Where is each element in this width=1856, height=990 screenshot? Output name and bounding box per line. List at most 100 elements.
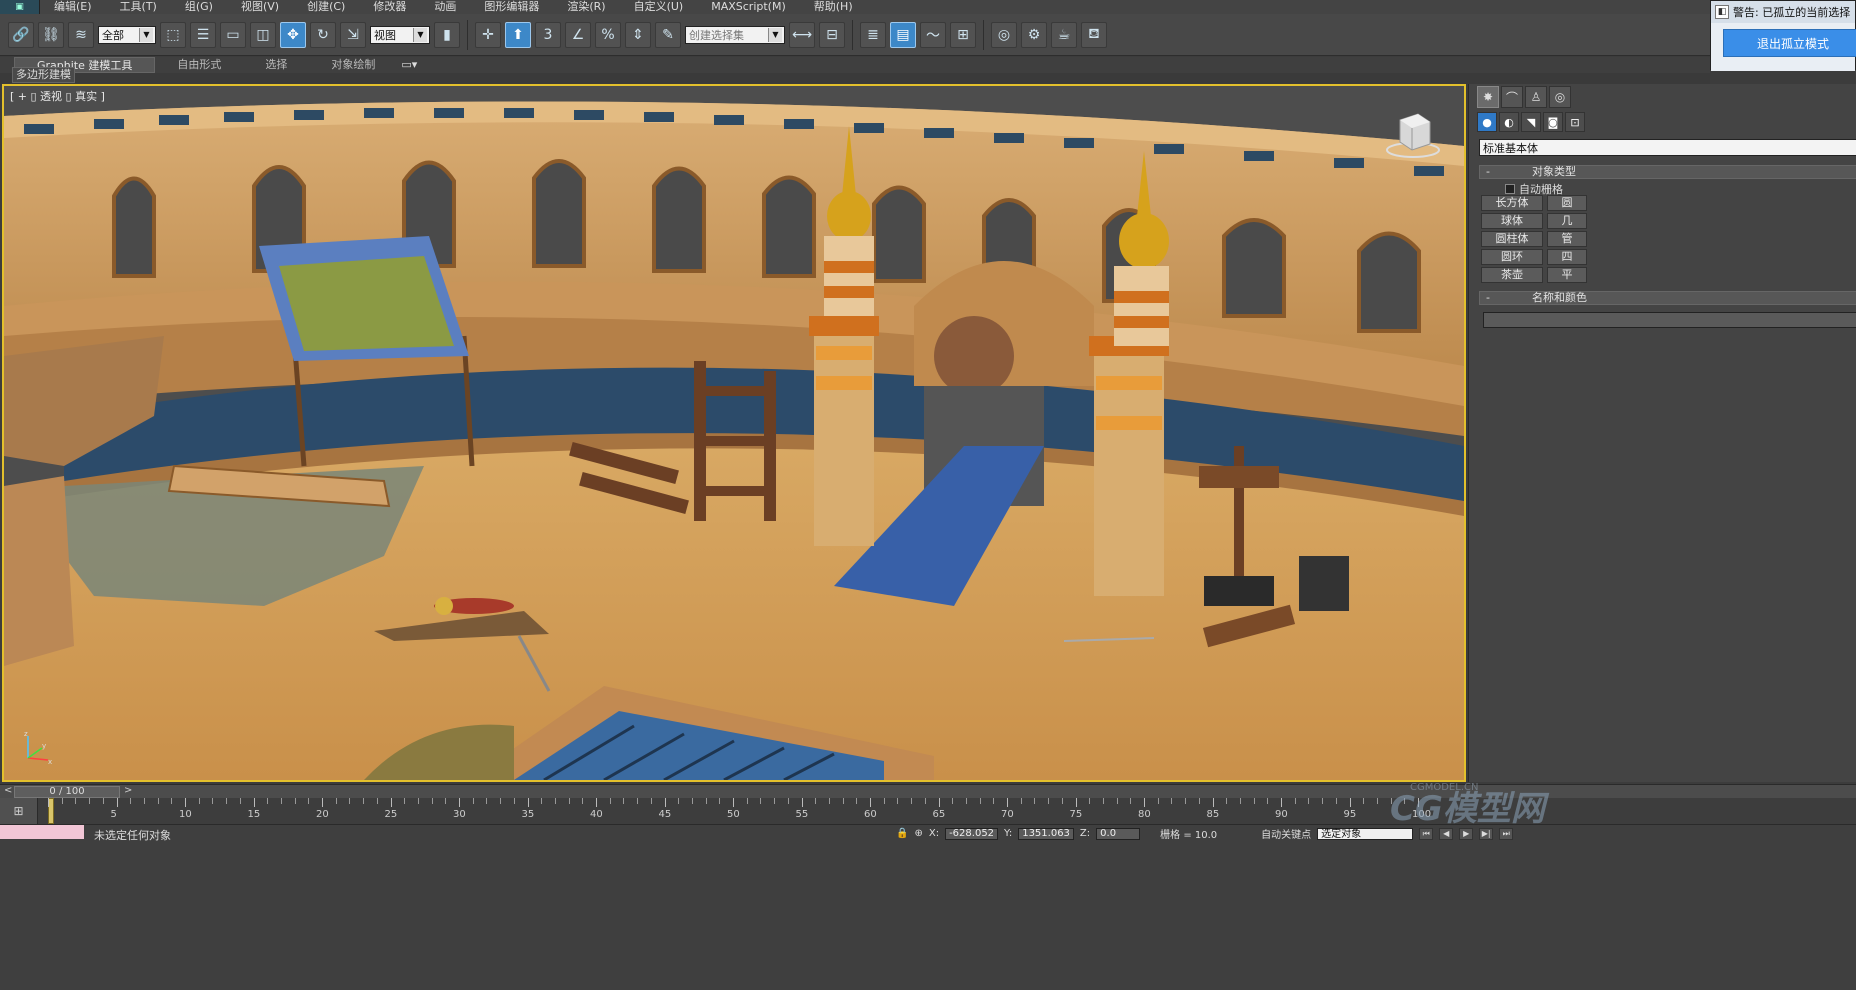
- svg-text:CG模型网: CG模型网: [1390, 789, 1550, 829]
- frame-tick: [500, 798, 502, 804]
- menu-create[interactable]: 创建(C): [293, 0, 359, 14]
- render-setup-icon[interactable]: ⚙: [1021, 21, 1047, 48]
- absolute-mode-icon[interactable]: ⊕: [914, 828, 922, 839]
- frame-tick: [513, 798, 515, 804]
- main-toolbar: 🔗 ⛓ ≋ 全部 ▼ ⬚ ☰ ▭ ◫ ✥ ↻ ⇲ 视图 ▼ ▮ ✛ ⬆ 3 ∠ % …: [0, 14, 1710, 56]
- select-object-icon[interactable]: ⬚: [160, 21, 186, 48]
- snap-toggle-icon[interactable]: 3: [535, 21, 561, 48]
- edit-named-selection-icon[interactable]: ✎: [655, 21, 681, 48]
- viewport-label[interactable]: [ + ▯ 透视 ▯ 真实 ]: [10, 88, 105, 104]
- layer-manager-icon[interactable]: ≣: [860, 21, 886, 48]
- app-logo-icon[interactable]: ▣: [0, 0, 40, 14]
- cone-button[interactable]: 圆: [1547, 195, 1587, 211]
- lock-icon[interactable]: 🔒: [896, 828, 908, 839]
- polygon-modeling-panel[interactable]: 多边形建模: [12, 67, 75, 83]
- plane-button[interactable]: 平: [1547, 267, 1587, 283]
- create-tab-icon[interactable]: ✸: [1477, 86, 1499, 108]
- ribbon-options-icon[interactable]: ▭▾: [397, 57, 421, 73]
- perspective-viewport[interactable]: [ + ▯ 透视 ▯ 真实 ] z y x: [2, 84, 1466, 782]
- menu-tools[interactable]: 工具(T): [106, 0, 171, 14]
- frame-tick-label: 10: [179, 809, 192, 820]
- frame-tick: [1048, 798, 1050, 804]
- helpers-icon[interactable]: ⊡: [1565, 112, 1585, 132]
- cylinder-button[interactable]: 圆柱体: [1481, 231, 1543, 247]
- frame-tick: [568, 798, 570, 804]
- mini-curve-editor-icon[interactable]: ⊞: [0, 798, 38, 824]
- z-coordinate-field[interactable]: 0.0: [1096, 827, 1141, 840]
- x-coordinate-field[interactable]: -628.052: [945, 827, 999, 840]
- curve-editor-icon[interactable]: 〜: [920, 21, 946, 48]
- select-manipulate-icon[interactable]: ✛: [475, 21, 501, 48]
- viewcube-icon[interactable]: [1384, 110, 1442, 160]
- maxscript-listener[interactable]: [0, 825, 84, 839]
- bind-space-warp-icon[interactable]: ≋: [68, 21, 94, 48]
- modify-tab-icon[interactable]: ⌒: [1501, 86, 1523, 108]
- rendered-frame-icon[interactable]: ☕: [1051, 21, 1077, 48]
- unlink-icon[interactable]: ⛓: [38, 21, 64, 48]
- name-color-rollout[interactable]: - 名称和颜色: [1479, 291, 1856, 305]
- geosphere-button[interactable]: 几: [1547, 213, 1587, 229]
- select-by-name-icon[interactable]: ☰: [190, 21, 216, 48]
- selection-filter-dropdown[interactable]: 全部 ▼: [98, 25, 156, 44]
- pivot-center-icon[interactable]: ▮: [434, 21, 460, 48]
- percent-snap-icon[interactable]: %: [595, 21, 621, 48]
- time-prev-icon[interactable]: <: [4, 785, 12, 796]
- menu-group[interactable]: 组(G): [171, 0, 227, 14]
- keyboard-shortcut-override-icon[interactable]: ⬆: [505, 21, 531, 48]
- frame-tick: [1349, 798, 1351, 807]
- frame-tick: [102, 798, 104, 804]
- window-crossing-icon[interactable]: ◫: [250, 21, 276, 48]
- menu-edit[interactable]: 编辑(E): [40, 0, 106, 14]
- menu-customize[interactable]: 自定义(U): [620, 0, 698, 14]
- teapot-button[interactable]: 茶壶: [1481, 267, 1543, 283]
- tab-object-paint[interactable]: 对象绘制: [309, 57, 397, 73]
- exit-isolation-button[interactable]: 退出孤立模式: [1723, 29, 1856, 57]
- object-name-field[interactable]: [1483, 312, 1856, 328]
- object-type-rollout[interactable]: - 对象类型: [1479, 165, 1856, 179]
- y-coordinate-field[interactable]: 1351.063: [1018, 827, 1074, 840]
- box-button[interactable]: 长方体: [1481, 195, 1543, 211]
- menu-help[interactable]: 帮助(H): [800, 0, 867, 14]
- menu-maxscript[interactable]: MAXScript(M): [697, 0, 800, 14]
- render-production-icon[interactable]: ⛾: [1081, 21, 1107, 48]
- named-selection-dropdown[interactable]: 创建选择集 ▼: [685, 25, 785, 44]
- cameras-icon[interactable]: ◙: [1543, 112, 1563, 132]
- material-editor-icon[interactable]: ◎: [991, 21, 1017, 48]
- menu-animation[interactable]: 动画: [420, 0, 470, 14]
- frame-tick: [774, 798, 776, 804]
- angle-snap-icon[interactable]: ∠: [565, 21, 591, 48]
- hierarchy-tab-icon[interactable]: ♙: [1525, 86, 1547, 108]
- shapes-icon[interactable]: ◐: [1499, 112, 1519, 132]
- align-icon[interactable]: ⊟: [819, 21, 845, 48]
- move-icon[interactable]: ✥: [280, 21, 306, 48]
- tab-selection[interactable]: 选择: [243, 57, 309, 73]
- sphere-button[interactable]: 球体: [1481, 213, 1543, 229]
- tab-freeform[interactable]: 自由形式: [155, 57, 243, 73]
- lights-icon[interactable]: ◥: [1521, 112, 1541, 132]
- menu-views[interactable]: 视图(V): [227, 0, 293, 14]
- scale-icon[interactable]: ⇲: [340, 21, 366, 48]
- spinner-snap-icon[interactable]: ⇕: [625, 21, 651, 48]
- rect-selection-icon[interactable]: ▭: [220, 21, 246, 48]
- geometry-icon[interactable]: ●: [1477, 112, 1497, 132]
- time-next-icon[interactable]: >: [124, 785, 132, 796]
- tube-button[interactable]: 管: [1547, 231, 1587, 247]
- graphite-toggle-icon[interactable]: ▤: [890, 21, 916, 48]
- motion-tab-icon[interactable]: ◎: [1549, 86, 1571, 108]
- pyramid-button[interactable]: 四: [1547, 249, 1587, 265]
- link-icon[interactable]: 🔗: [8, 21, 34, 48]
- reference-coord-dropdown[interactable]: 视图 ▼: [370, 25, 430, 44]
- menu-graph-editors[interactable]: 图形编辑器: [470, 0, 553, 14]
- torus-button[interactable]: 圆环: [1481, 249, 1543, 265]
- mirror-icon[interactable]: ⟷: [789, 21, 815, 48]
- menu-rendering[interactable]: 渲染(R): [553, 0, 619, 14]
- frame-tick: [1089, 798, 1091, 804]
- schematic-view-icon[interactable]: ⊞: [950, 21, 976, 48]
- frame-tick-label: 40: [590, 809, 603, 820]
- primitive-type-dropdown[interactable]: 标准基本体: [1479, 139, 1856, 156]
- toolbar-divider: [467, 19, 468, 50]
- rotate-icon[interactable]: ↻: [310, 21, 336, 48]
- menu-modifiers[interactable]: 修改器: [359, 0, 420, 14]
- time-slider-thumb[interactable]: 0 / 100: [14, 786, 120, 798]
- auto-key-button[interactable]: 自动关键点: [1261, 826, 1311, 841]
